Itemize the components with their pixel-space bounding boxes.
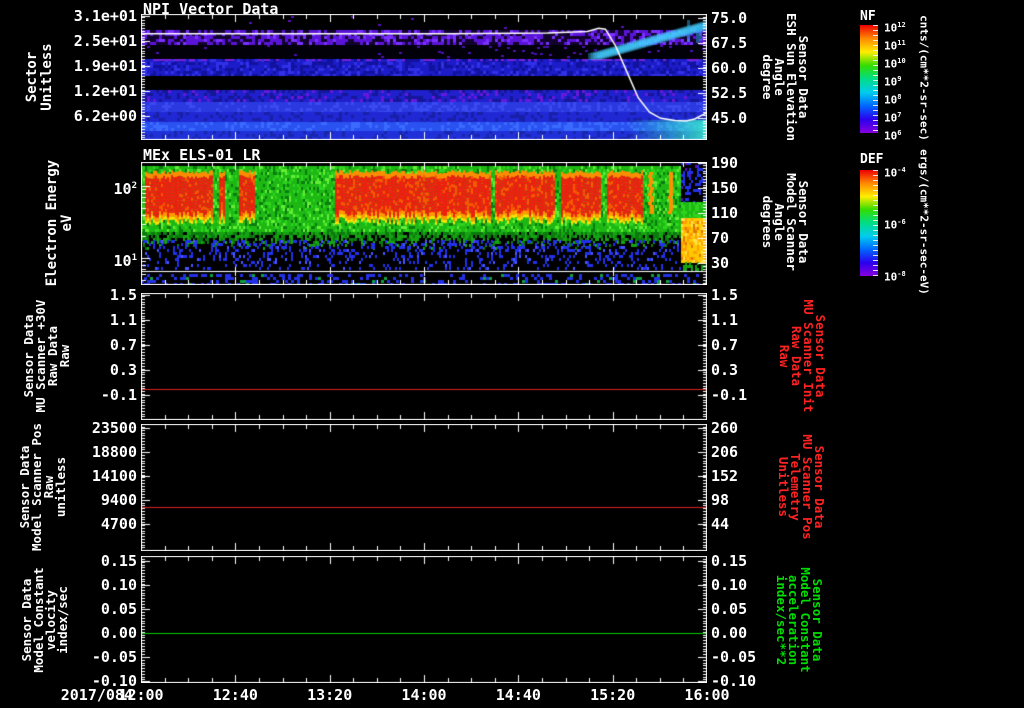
def-colorbar-label: DEF xyxy=(860,152,884,167)
colorbar-tick-label: 107 xyxy=(884,111,902,125)
colorbar-tick-label: 108 xyxy=(884,93,902,107)
def-colorbar-ticks xyxy=(873,170,878,276)
y-axis-label: Electron Energy eV xyxy=(44,159,75,287)
right-axis-label: Sensor Data MU Scanner Pos Telemetry Unitle… xyxy=(776,434,827,539)
y-axis-label: Sensor Data Model Constant velocity index/s… xyxy=(19,567,70,672)
def-colorbar-unit: ergs/(cm**2-sr-sec-eV) xyxy=(917,149,931,295)
axis-label-line: Raw xyxy=(57,344,72,368)
plot-stage: NPI Vector Data MEx ELS-01 LR NF cnts/(c… xyxy=(0,0,1024,708)
exponent: 9 xyxy=(897,75,902,83)
colorbar-tick-label: 106 xyxy=(884,129,902,143)
exponent: 2 xyxy=(131,181,137,191)
model-scanner-pos-panel-canvas xyxy=(141,424,707,551)
x-tick-label: 15:20 xyxy=(590,686,636,704)
y-tick-label: 3.1e+01 xyxy=(73,7,137,25)
nf-colorbar-ticks xyxy=(873,25,878,133)
right-axis-label: Sensor Data ESH Sun Elevation Angle degree xyxy=(760,13,811,141)
colorbar-tick-label: 10-8 xyxy=(884,270,906,284)
exponent: 11 xyxy=(897,39,906,47)
nf-colorbar-label: NF xyxy=(860,9,876,24)
colorbar-tick-label: 1011 xyxy=(884,39,906,53)
axis-label-line: Raw xyxy=(777,344,792,368)
colorbar-tick-label: 10-4 xyxy=(884,166,906,180)
right-axis-label: Sensor Data Model Scanner Angle degrees xyxy=(760,173,811,271)
axis-label-line: degree xyxy=(760,54,775,100)
colorbar-tick-label: 10-6 xyxy=(884,218,906,232)
exponent: -6 xyxy=(897,218,906,226)
colorbar-tick-label: 1010 xyxy=(884,57,906,71)
axis-label-line: Sector xyxy=(24,51,40,103)
els-spectrogram-canvas xyxy=(141,162,707,285)
model-constant-velocity-panel-canvas xyxy=(141,556,707,683)
right-axis-label: Sensor Data MU Scanner Init Raw Data Raw xyxy=(777,300,828,413)
exponent: -4 xyxy=(897,166,906,174)
axis-label-line: eV xyxy=(59,214,75,232)
x-tick-label: 13:20 xyxy=(307,686,353,704)
y-axis-label: Sensor Data Model Scanner Pos Raw unitless xyxy=(17,423,68,551)
exponent: 10 xyxy=(897,57,906,65)
y-tick-label: 190 xyxy=(711,154,739,172)
nf-colorbar-unit: cnts/(cm**2-sr-sec) xyxy=(917,15,931,141)
axis-label-line: Unitless xyxy=(776,456,791,518)
axis-label-line: index/sec xyxy=(55,586,70,654)
mu-scanner-30v-panel-canvas xyxy=(141,293,707,420)
axis-label-line: Unitless xyxy=(39,43,55,111)
colorbar-tick-label: 109 xyxy=(884,75,902,89)
axis-label-line: unitless xyxy=(53,456,68,518)
x-tick-label: 16:00 xyxy=(684,686,730,704)
x-tick-label: 12:00 xyxy=(118,686,164,704)
exponent: 8 xyxy=(897,93,902,101)
npi-spectrogram-canvas xyxy=(141,14,707,140)
exponent: 6 xyxy=(897,129,902,137)
x-tick-label: 12:40 xyxy=(212,686,258,704)
axis-label-line: index/sec**2 xyxy=(774,574,789,666)
exponent: 12 xyxy=(897,21,906,29)
colorbar-tick-label: 1012 xyxy=(884,21,906,35)
exponent: -8 xyxy=(897,270,906,278)
x-tick-label: 14:40 xyxy=(495,686,541,704)
axis-label-line: degrees xyxy=(760,195,775,249)
exponent: 1 xyxy=(131,253,137,263)
right-axis-label: Sensor Data Model Constant acceleration ind… xyxy=(774,567,825,672)
x-tick-label: 14:00 xyxy=(401,686,447,704)
exponent: 7 xyxy=(897,111,902,119)
axis-label-line: Electron Energy xyxy=(44,159,60,287)
y-axis-label: Sensor Data MU Scanner +30V Raw Data Raw xyxy=(21,300,72,413)
y-axis-label: Sector Unitless xyxy=(24,43,55,111)
